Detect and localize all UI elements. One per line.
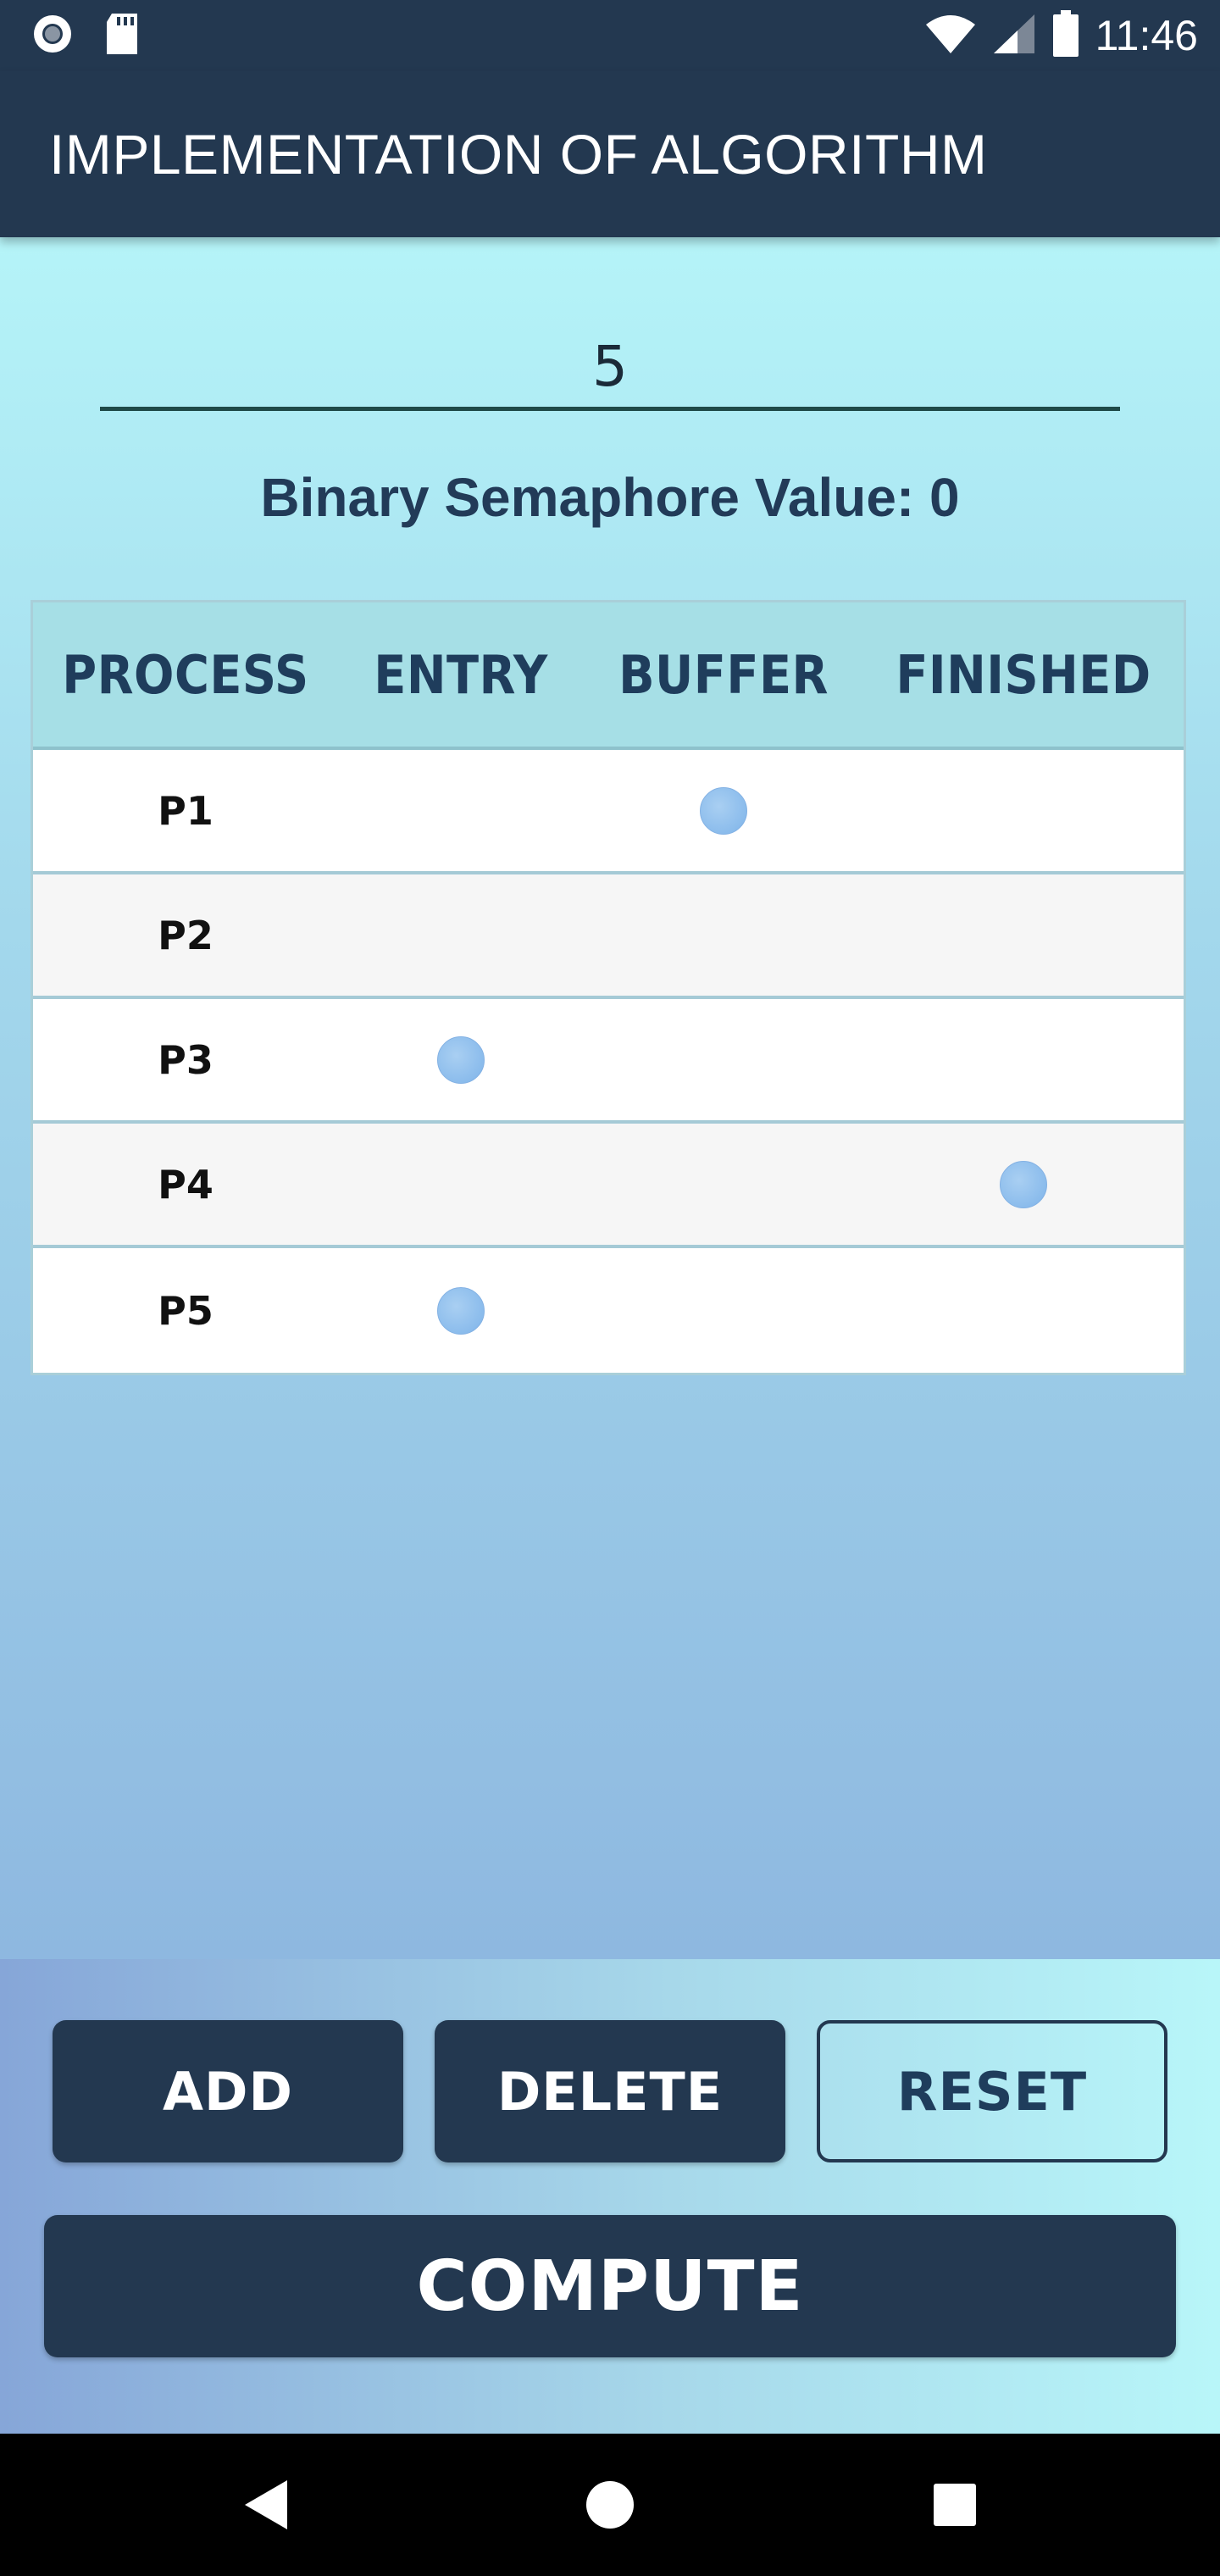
- cell-entry: [338, 874, 584, 996]
- header-buffer: BUFFER: [618, 643, 829, 706]
- status-bar: 11:46: [0, 0, 1220, 71]
- cell-buffer: [584, 1248, 863, 1373]
- cell-finished: [863, 1248, 1184, 1373]
- app-bar: IMPLEMENTATION OF ALGORITHM: [0, 71, 1220, 237]
- process-count-input[interactable]: [100, 318, 1120, 407]
- table-header: PROCESS ENTRY BUFFER FINISHED: [33, 602, 1184, 750]
- cell-finished: [863, 1124, 1184, 1245]
- cell-finished: [863, 999, 1184, 1120]
- table-body: P1 P2 P3 P4 P5: [33, 750, 1184, 1373]
- state-dot-icon: [437, 1286, 485, 1335]
- status-time: 11:46: [1095, 12, 1198, 59]
- table-row: P5: [33, 1248, 1184, 1373]
- process-name: P3: [158, 1036, 214, 1083]
- table-row: P2: [33, 874, 1184, 999]
- navigation-bar: [0, 2434, 1220, 2576]
- wifi-icon: [924, 13, 977, 59]
- delete-button[interactable]: DELETE: [435, 2020, 785, 2162]
- reset-button[interactable]: RESET: [817, 2020, 1167, 2162]
- cell-buffer: [584, 874, 863, 996]
- header-finished: FINISHED: [896, 643, 1151, 706]
- cell-buffer: [584, 1124, 863, 1245]
- table-row: P1: [33, 750, 1184, 874]
- signal-icon: [992, 13, 1036, 59]
- semaphore-value-label: Binary Semaphore Value: 0: [260, 467, 960, 528]
- status-left: [30, 12, 141, 60]
- sd-card-icon: [103, 12, 141, 60]
- cell-finished: [863, 874, 1184, 996]
- add-button[interactable]: ADD: [53, 2020, 403, 2162]
- state-dot-icon: [437, 1035, 485, 1084]
- status-right: 11:46: [924, 9, 1198, 62]
- process-name: P4: [158, 1161, 214, 1208]
- process-name: P1: [158, 787, 214, 834]
- cell-buffer: [584, 750, 863, 871]
- process-table: PROCESS ENTRY BUFFER FINISHED P1 P2 P3 P4 P5: [30, 600, 1186, 1375]
- compute-button[interactable]: COMPUTE: [44, 2215, 1176, 2357]
- process-name: P2: [158, 912, 214, 958]
- table-row: P4: [33, 1124, 1184, 1248]
- header-process: PROCESS: [62, 643, 309, 706]
- button-panel: ADD DELETE RESET COMPUTE: [0, 1959, 1220, 2434]
- process-count-field[interactable]: [100, 318, 1120, 411]
- app-title: IMPLEMENTATION OF ALGORITHM: [49, 123, 988, 186]
- cell-entry: [338, 1124, 584, 1245]
- cell-buffer: [584, 999, 863, 1120]
- main-content: Binary Semaphore Value: 0 PROCESS ENTRY …: [0, 237, 1220, 1959]
- recents-icon[interactable]: [928, 2478, 982, 2532]
- header-entry: ENTRY: [374, 643, 548, 706]
- record-icon: [30, 12, 75, 60]
- state-dot-icon: [700, 786, 747, 835]
- cell-finished: [863, 750, 1184, 871]
- cell-entry: [338, 750, 584, 871]
- battery-icon: [1051, 9, 1080, 62]
- cell-entry: [338, 1248, 584, 1373]
- table-row: P3: [33, 999, 1184, 1124]
- home-icon[interactable]: [583, 2478, 637, 2532]
- process-name: P5: [158, 1287, 214, 1334]
- state-dot-icon: [1000, 1160, 1047, 1208]
- back-icon[interactable]: [239, 2478, 293, 2532]
- cell-entry: [338, 999, 584, 1120]
